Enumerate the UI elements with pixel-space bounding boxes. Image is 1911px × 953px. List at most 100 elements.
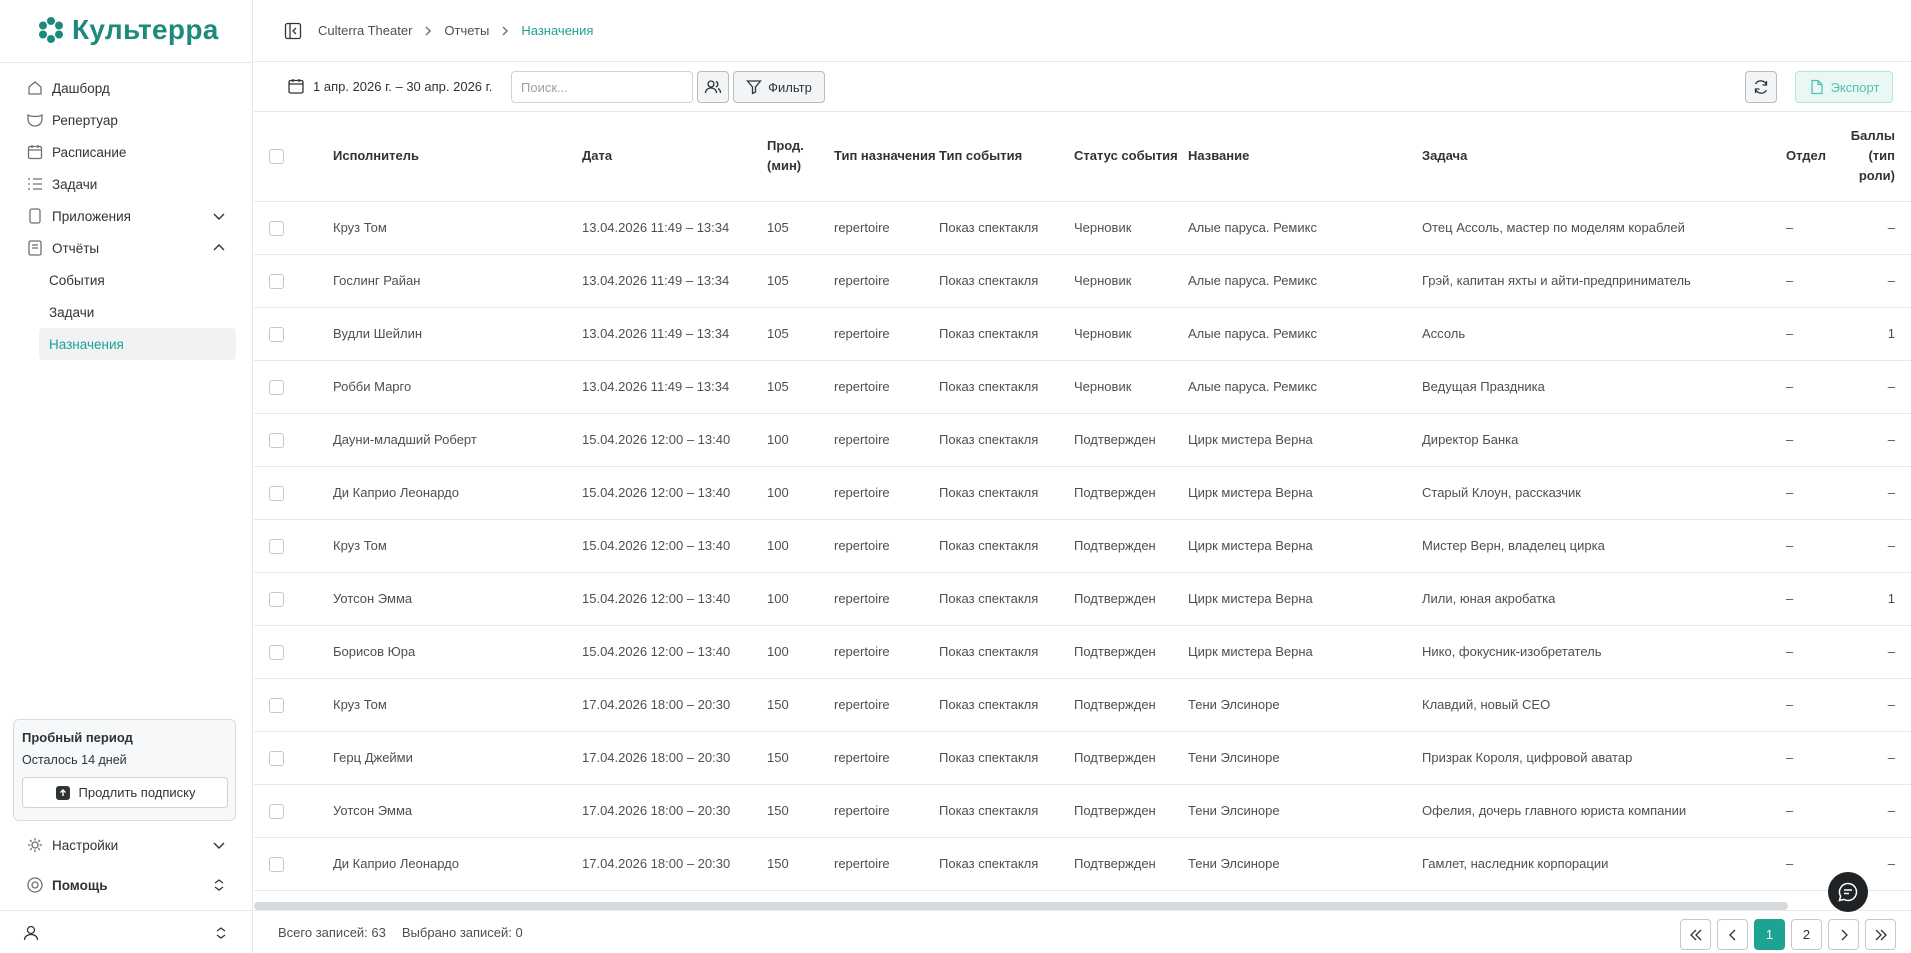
row-checkbox[interactable] [269, 379, 284, 395]
cell-assign-type: repertoire [834, 837, 939, 891]
breadcrumb-theater[interactable]: Culterra Theater [318, 23, 412, 38]
row-checkbox[interactable] [269, 591, 284, 607]
prev-page-button[interactable] [1717, 919, 1748, 950]
sidebar-subitem-assignments[interactable]: Назначения [39, 328, 236, 360]
cell-performer: Круз Том [333, 519, 582, 573]
chevron-up-icon[interactable] [212, 241, 226, 255]
user-menu[interactable] [22, 924, 228, 942]
cell-assign-type: repertoire [834, 466, 939, 520]
table-row[interactable]: Круз Том 15.04.2026 12:00 – 13:40 100 reper… [254, 519, 1911, 573]
column-header-task[interactable]: Задача [1422, 112, 1786, 202]
cell-dept: – [1786, 572, 1844, 626]
page-button-1[interactable]: 1 [1754, 919, 1785, 950]
first-page-button[interactable] [1680, 919, 1711, 950]
sidebar-item-reports[interactable]: Отчёты [18, 232, 236, 264]
table-row[interactable]: Круз Том 13.04.2026 11:49 – 13:34 105 reper… [254, 201, 1911, 255]
cell-event-status: Подтвержден [1074, 678, 1188, 732]
search-input[interactable] [511, 71, 693, 103]
cell-date: 13.04.2026 11:49 – 13:34 [582, 201, 767, 255]
table-row[interactable]: Борисов Юра 15.04.2026 12:00 – 13:40 100 re… [254, 625, 1911, 679]
tasks-icon [28, 178, 42, 190]
column-header-name[interactable]: Название [1188, 112, 1422, 202]
table-row[interactable]: Дауни-младший Роберт 15.04.2026 12:00 – 1… [254, 413, 1911, 467]
column-header-event-type[interactable]: Тип события [939, 112, 1074, 202]
cell-duration: 105 [767, 254, 834, 308]
row-checkbox[interactable] [269, 856, 284, 872]
table-row[interactable]: Ди Каприо Леонардо 15.04.2026 12:00 – 13:… [254, 466, 1911, 520]
chat-button[interactable] [1828, 872, 1868, 912]
row-checkbox-cell [254, 837, 333, 891]
extend-subscription-label: Продлить подписку [78, 785, 196, 800]
sidebar-item-schedule[interactable]: Расписание [18, 136, 236, 168]
cell-event-type: Показ спектакля [939, 466, 1074, 520]
last-page-button[interactable] [1865, 919, 1896, 950]
column-header-date[interactable]: Дата [582, 112, 767, 202]
cell-event-type: Показ спектакля [939, 360, 1074, 414]
date-range-picker[interactable]: 1 апр. 2026 г. – 30 апр. 2026 г. [287, 77, 492, 95]
cell-duration: 100 [767, 625, 834, 679]
horizontal-scrollbar[interactable] [254, 902, 1788, 910]
chevron-down-icon[interactable] [212, 838, 226, 852]
row-checkbox[interactable] [269, 750, 284, 766]
cell-date: 15.04.2026 12:00 – 13:40 [582, 519, 767, 573]
chevron-down-icon[interactable] [212, 209, 226, 223]
table-row[interactable]: Круз Том 17.04.2026 18:00 – 20:30 150 reper… [254, 678, 1911, 732]
cell-task: Призрак Короля, цифровой аватар [1422, 731, 1786, 785]
row-checkbox[interactable] [269, 538, 284, 554]
row-checkbox[interactable] [269, 803, 284, 819]
filter-label: Фильтр [768, 79, 812, 95]
gear-icon [28, 838, 42, 852]
row-checkbox-cell [254, 784, 333, 838]
people-filter-button[interactable] [697, 71, 729, 103]
column-header-points[interactable]: Баллы (тип роли) [1844, 112, 1911, 202]
filter-button[interactable]: Фильтр [733, 71, 825, 103]
select-all-checkbox[interactable] [269, 149, 284, 165]
cell-performer: Дауни-младший Роберт [333, 413, 582, 467]
row-checkbox[interactable] [269, 644, 284, 660]
brand-logo[interactable]: Культерра [38, 14, 219, 46]
collapse-sidebar-icon[interactable] [284, 22, 302, 40]
row-checkbox[interactable] [269, 485, 284, 501]
column-header-event-status[interactable]: Статус события [1074, 112, 1188, 202]
table-row[interactable]: Уотсон Эмма 15.04.2026 12:00 – 13:40 100 re… [254, 572, 1911, 626]
table-row[interactable]: Гослинг Райан 13.04.2026 11:49 – 13:34 105… [254, 254, 1911, 308]
page-button-2[interactable]: 2 [1791, 919, 1822, 950]
column-header-dept[interactable]: Отдел [1786, 112, 1844, 202]
chevron-right-icon [425, 26, 432, 35]
sidebar-subitem-tasks[interactable]: Задачи [39, 296, 236, 328]
row-checkbox-cell [254, 360, 333, 414]
row-checkbox[interactable] [269, 432, 284, 448]
table-row[interactable]: Герц Джейми 17.04.2026 18:00 – 20:30 150 re… [254, 731, 1911, 785]
extend-subscription-button[interactable]: Продлить подписку [22, 777, 228, 808]
table-row[interactable]: Робби Марго 13.04.2026 11:49 – 13:34 105 re… [254, 360, 1911, 414]
report-icon [28, 240, 42, 256]
column-header-assign-type[interactable]: Тип назначения [834, 112, 939, 202]
row-checkbox[interactable] [269, 273, 284, 289]
chevron-updown-icon[interactable] [214, 926, 228, 940]
sidebar-item-label: Настройки [52, 837, 119, 853]
sidebar-item-help[interactable]: Помощь [18, 869, 236, 901]
row-checkbox[interactable] [269, 697, 284, 713]
sidebar-item-tasks[interactable]: Задачи [18, 168, 236, 200]
table-row[interactable]: Вудли Шейлин 13.04.2026 11:49 – 13:34 105 r… [254, 307, 1911, 361]
row-checkbox[interactable] [269, 220, 284, 236]
sidebar-item-dashboard[interactable]: Дашборд [18, 72, 236, 104]
row-checkbox[interactable] [269, 326, 284, 342]
breadcrumb-reports[interactable]: Отчеты [444, 23, 489, 38]
column-header-duration[interactable]: Прод. (мин) [767, 112, 834, 202]
refresh-button[interactable] [1745, 71, 1777, 103]
users-icon [704, 80, 722, 94]
main-nav: Дашборд Репертуар Расписание Задачи Прил… [18, 72, 236, 360]
next-page-button[interactable] [1828, 919, 1859, 950]
sidebar-subitem-events[interactable]: События [39, 264, 236, 296]
sidebar-item-apps[interactable]: Приложения [18, 200, 236, 232]
export-button[interactable]: Экспорт [1795, 71, 1893, 103]
sidebar-item-repertoire[interactable]: Репертуар [18, 104, 236, 136]
sidebar-item-settings[interactable]: Настройки [18, 829, 236, 861]
chevron-updown-icon[interactable] [212, 878, 226, 892]
table-row[interactable]: Уотсон Эмма 17.04.2026 18:00 – 20:30 150 re… [254, 784, 1911, 838]
column-header-performer[interactable]: Исполнитель [333, 112, 582, 202]
cell-dept: – [1786, 360, 1844, 414]
table-row[interactable]: Ди Каприо Леонардо 17.04.2026 18:00 – 20:… [254, 837, 1911, 891]
cell-performer: Вудли Шейлин [333, 307, 582, 361]
